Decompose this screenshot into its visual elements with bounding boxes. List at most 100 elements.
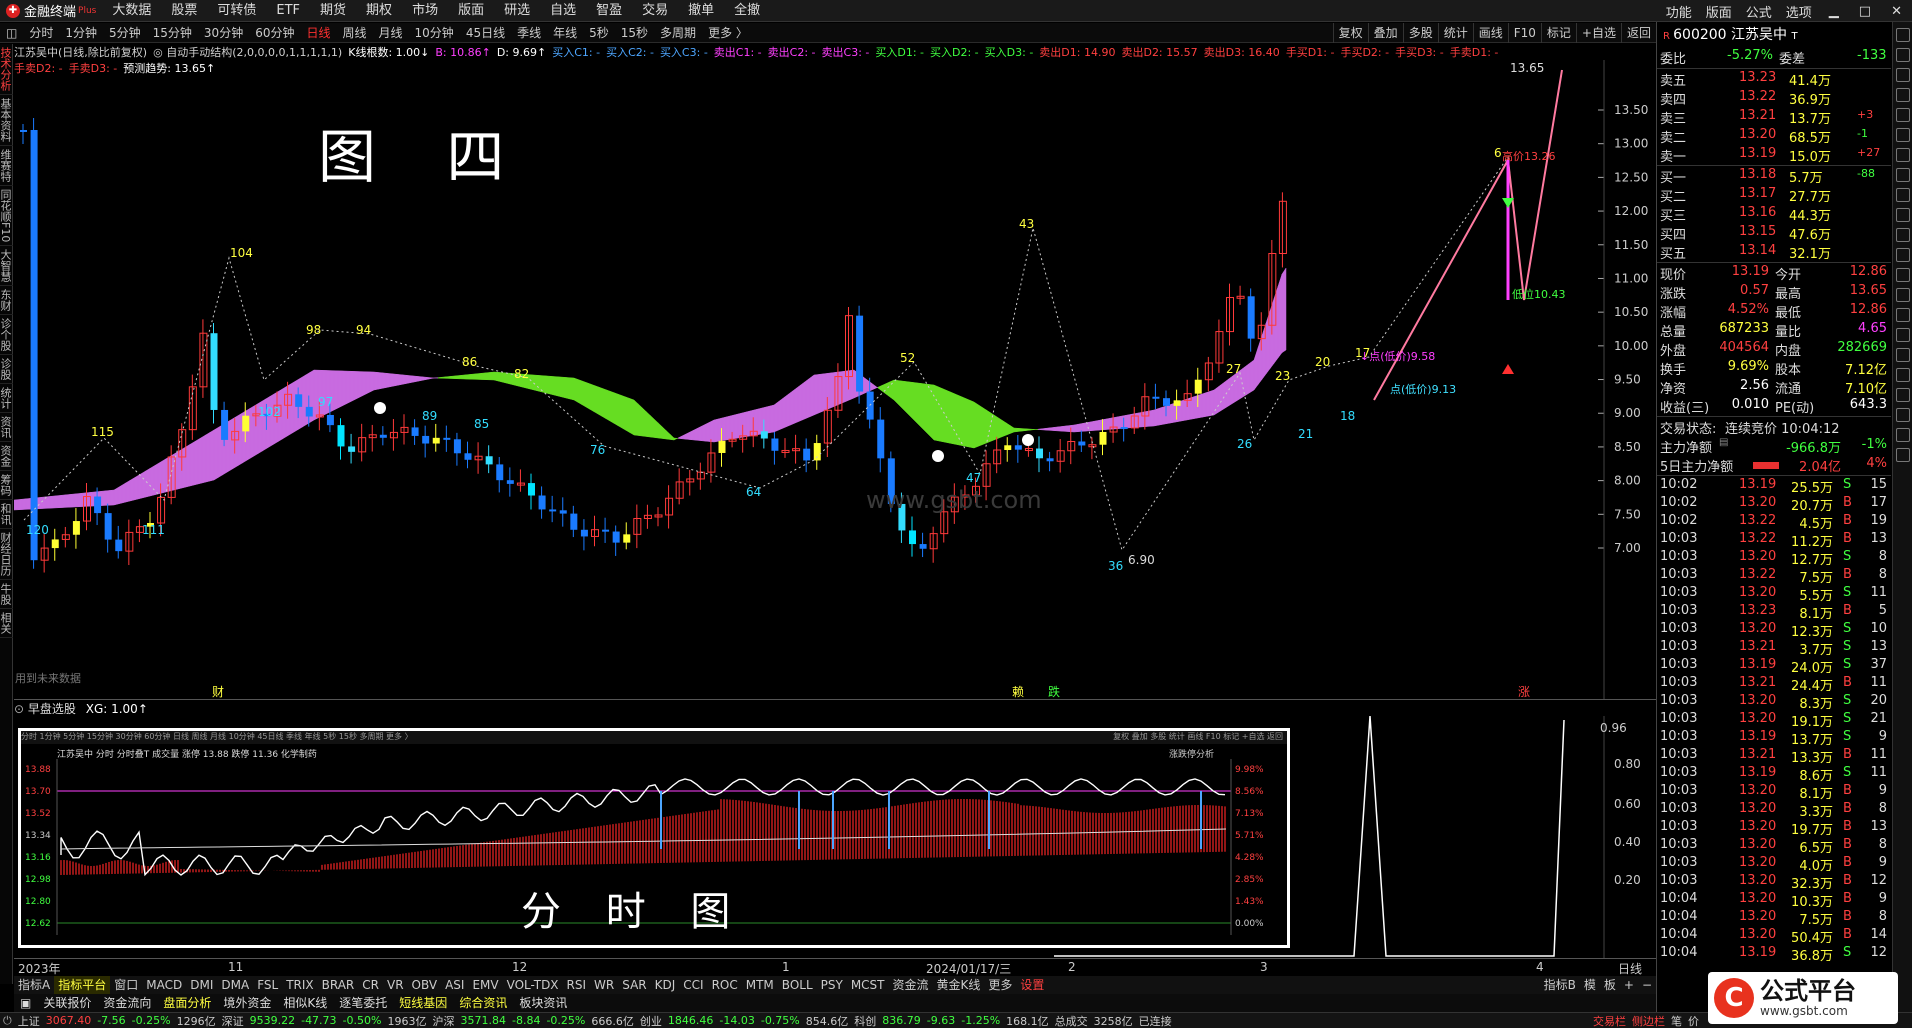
left-tab[interactable]: 筹码 bbox=[0, 471, 13, 501]
indicator-tab[interactable]: DMI bbox=[186, 976, 217, 994]
ask-price[interactable]: 13.23 bbox=[1739, 70, 1776, 85]
menu-item[interactable]: 期权 bbox=[356, 0, 402, 22]
chart-tool-button[interactable]: 画线 bbox=[1472, 23, 1508, 43]
right-menu-item[interactable]: 版面 bbox=[1699, 2, 1739, 21]
left-tab[interactable]: 诊个股 bbox=[0, 315, 13, 356]
status-right-item[interactable]: 交易栏 bbox=[1590, 1013, 1629, 1028]
left-tab[interactable]: 牛股 bbox=[0, 580, 13, 610]
left-tab[interactable]: 大智慧 bbox=[0, 246, 13, 287]
ask-price[interactable]: 13.21 bbox=[1739, 108, 1776, 123]
layout-toggle-icon[interactable]: ◫ bbox=[0, 23, 23, 43]
tool-icon-22[interactable] bbox=[1896, 448, 1910, 462]
function-tab[interactable]: 资金流向 bbox=[97, 994, 157, 1012]
tool-icon-5[interactable] bbox=[1896, 108, 1910, 122]
indicator-tab[interactable]: MACD bbox=[142, 976, 186, 994]
period-tab[interactable]: 15秒 bbox=[615, 23, 654, 43]
collapse-icon[interactable]: ⊙ bbox=[14, 702, 28, 716]
left-tab[interactable]: 诊股 bbox=[0, 355, 13, 385]
indicator-tab[interactable]: DMA bbox=[217, 976, 253, 994]
indicator-tab[interactable]: CCI bbox=[679, 976, 707, 994]
function-tab[interactable]: 盘面分析 bbox=[157, 994, 217, 1012]
indicator-tab[interactable]: 资金流 bbox=[889, 976, 933, 994]
chart-tool-button[interactable]: 多股 bbox=[1402, 23, 1438, 43]
indicator-tab[interactable]: SAR bbox=[618, 976, 650, 994]
indicator-tab[interactable]: RSI bbox=[563, 976, 591, 994]
indicator-tab[interactable]: ROC bbox=[708, 976, 742, 994]
indicator-tab[interactable]: PSY bbox=[817, 976, 847, 994]
tool-icon-15[interactable] bbox=[1896, 308, 1910, 322]
function-tab[interactable]: 板块资讯 bbox=[513, 994, 573, 1012]
indicator-tab-right[interactable]: 模 bbox=[1580, 976, 1600, 994]
indicator-tab[interactable]: BOLL bbox=[778, 976, 817, 994]
period-tab[interactable]: 月线 bbox=[373, 23, 409, 43]
menu-item[interactable]: 可转债 bbox=[207, 0, 266, 22]
indicator-tab[interactable]: FSL bbox=[253, 976, 282, 994]
status-right-item[interactable]: 笔 bbox=[1668, 1013, 1685, 1028]
left-tab[interactable]: 同花顺F10 bbox=[0, 186, 13, 247]
left-tab[interactable]: 资金 bbox=[0, 442, 13, 472]
minimize-icon[interactable]: ▁ bbox=[1819, 4, 1849, 19]
right-menu-item[interactable]: 选项 bbox=[1779, 2, 1819, 21]
chart-tool-button[interactable]: 复权 bbox=[1332, 23, 1368, 43]
chart-tool-button[interactable]: 返回 bbox=[1620, 23, 1656, 43]
menu-item[interactable]: 研选 bbox=[494, 0, 540, 22]
ask-price[interactable]: 13.19 bbox=[1739, 146, 1776, 161]
period-tab[interactable]: 5秒 bbox=[583, 23, 615, 43]
power-icon[interactable]: ⏻ bbox=[0, 1014, 15, 1028]
indicator-tab[interactable]: 指标平台 bbox=[54, 976, 111, 994]
left-tab[interactable]: 和讯 bbox=[0, 500, 13, 530]
function-tab[interactable]: 短线基因 bbox=[393, 994, 453, 1012]
chart-tool-button[interactable]: F10 bbox=[1507, 23, 1541, 43]
tool-icon-6[interactable] bbox=[1896, 128, 1910, 142]
indicator-tab[interactable]: WR bbox=[590, 976, 618, 994]
indicator-tab[interactable]: 更多 bbox=[984, 976, 1016, 994]
menu-item[interactable]: 撤单 bbox=[678, 0, 724, 22]
tool-icon-9[interactable] bbox=[1896, 188, 1910, 202]
indicator-tab[interactable]: EMV bbox=[468, 976, 502, 994]
tool-icon-18[interactable] bbox=[1896, 368, 1910, 382]
bid-price[interactable]: 13.15 bbox=[1739, 224, 1776, 239]
tool-icon-17[interactable] bbox=[1896, 348, 1910, 362]
function-tab[interactable]: 相似K线 bbox=[277, 994, 333, 1012]
left-tab[interactable]: 技术分析 bbox=[0, 44, 13, 95]
period-tab[interactable]: 45日线 bbox=[460, 23, 511, 43]
indicator-tab[interactable]: ASI bbox=[441, 976, 468, 994]
tool-icon-20[interactable] bbox=[1896, 408, 1910, 422]
period-tab[interactable]: 10分钟 bbox=[409, 23, 460, 43]
period-tab[interactable]: 5分钟 bbox=[103, 23, 147, 43]
chart-tool-button[interactable]: +自选 bbox=[1575, 23, 1621, 43]
menu-item[interactable]: 期货 bbox=[310, 0, 356, 22]
period-tab[interactable]: 60分钟 bbox=[249, 23, 300, 43]
right-menu-item[interactable]: 公式 bbox=[1739, 2, 1779, 21]
tool-icon-7[interactable] bbox=[1896, 148, 1910, 162]
function-tab[interactable]: 逐笔委托 bbox=[333, 994, 393, 1012]
bid-price[interactable]: 13.14 bbox=[1739, 243, 1776, 258]
close-icon[interactable]: ✕ bbox=[1881, 4, 1912, 19]
tool-icon-21[interactable] bbox=[1896, 428, 1910, 442]
left-tab[interactable]: 统计 bbox=[0, 384, 13, 414]
right-menu-item[interactable]: 功能 bbox=[1659, 2, 1699, 21]
indicator-tab-right[interactable]: + bbox=[1620, 976, 1638, 994]
period-tab[interactable]: 年线 bbox=[547, 23, 583, 43]
function-tab[interactable]: 综合资讯 bbox=[453, 994, 513, 1012]
period-tab[interactable]: 1分钟 bbox=[59, 23, 103, 43]
tool-icon-1[interactable] bbox=[1896, 28, 1910, 42]
ask-price[interactable]: 13.20 bbox=[1739, 127, 1776, 142]
tool-icon-13[interactable] bbox=[1896, 268, 1910, 282]
status-right-item[interactable]: 侧边栏 bbox=[1629, 1013, 1668, 1028]
tool-icon-4[interactable] bbox=[1896, 88, 1910, 102]
candlestick-chart[interactable]: 13.50 13.00 12.50 12.00 11.50 11.00 10.50 10.00… bbox=[14, 60, 1656, 700]
indicator-tab[interactable]: MTM bbox=[742, 976, 778, 994]
chart-tool-button[interactable]: 统计 bbox=[1437, 23, 1473, 43]
menu-item[interactable]: 自选 bbox=[540, 0, 586, 22]
indicator-tab[interactable]: 设置 bbox=[1016, 976, 1048, 994]
indicator-tab[interactable]: CR bbox=[358, 976, 383, 994]
left-tab[interactable]: 资讯 bbox=[0, 413, 13, 443]
period-tab[interactable]: 周线 bbox=[337, 23, 373, 43]
left-tab[interactable]: 财经日历 bbox=[0, 529, 13, 581]
menu-item[interactable]: 市场 bbox=[402, 0, 448, 22]
chart-tool-button[interactable]: 标记 bbox=[1540, 23, 1576, 43]
indicator-tab[interactable]: 黄金K线 bbox=[933, 976, 985, 994]
menu-item[interactable]: 全撤 bbox=[724, 0, 770, 22]
period-tab[interactable]: 日线 bbox=[300, 23, 336, 43]
